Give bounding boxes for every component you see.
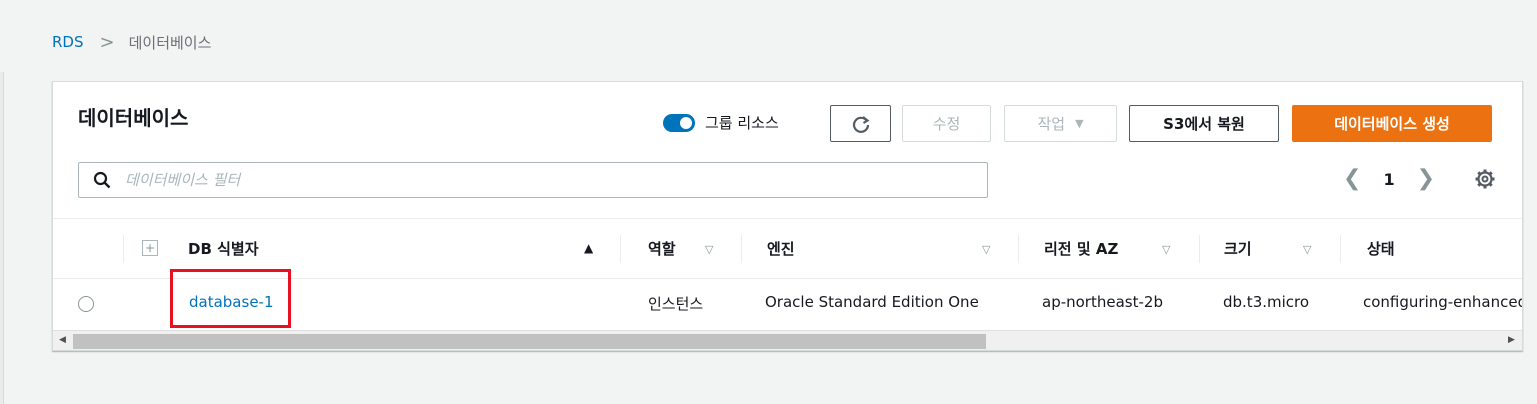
sort-icon[interactable]: ▽ [1303, 243, 1311, 256]
actions-label: 작업 [1037, 115, 1066, 133]
sort-icon[interactable]: ▽ [982, 243, 990, 256]
actions-dropdown[interactable]: 작업 ▼ [1004, 105, 1117, 142]
sort-ascending-icon[interactable]: ▲ [584, 241, 593, 255]
column-divider [741, 235, 742, 263]
sort-icon[interactable]: ▽ [705, 243, 713, 256]
toggle-switch[interactable] [663, 113, 695, 132]
db-identifier-link[interactable]: database-1 [189, 293, 274, 311]
scroll-right-icon[interactable]: ▶ [1508, 335, 1515, 345]
cell-engine: Oracle Standard Edition One [765, 293, 979, 311]
caret-down-icon: ▼ [1075, 117, 1084, 130]
expand-all-icon[interactable]: + [142, 240, 158, 256]
breadcrumb-separator-icon: > [99, 31, 115, 53]
column-header-region[interactable]: 리전 및 AZ [1044, 219, 1118, 278]
breadcrumb-rds-link[interactable]: RDS [52, 33, 84, 51]
column-header-status[interactable]: 상태 [1367, 219, 1395, 278]
toggle-label: 그룹 리소스 [705, 114, 779, 132]
databases-panel: 데이터베이스 그룹 리소스 수정 작업 ▼ S3에서 복원 데이터베이스 생성 … [52, 81, 1523, 351]
horizontal-scrollbar[interactable]: ◀ ▶ [53, 330, 1522, 350]
scroll-left-icon[interactable]: ◀ [59, 335, 66, 345]
cell-role: 인스턴스 [648, 295, 704, 313]
column-divider [1340, 235, 1341, 263]
column-divider [1018, 235, 1019, 263]
search-icon [93, 171, 111, 189]
column-divider [123, 235, 124, 263]
database-filter [78, 162, 988, 198]
column-header-engine[interactable]: 엔진 [767, 219, 795, 278]
column-header-role[interactable]: 역할 [648, 219, 676, 278]
column-header-size[interactable]: 크기 [1224, 219, 1252, 278]
edit-button[interactable]: 수정 [902, 105, 991, 142]
chevron-right-icon[interactable]: ❯ [1417, 168, 1435, 190]
scrollbar-thumb[interactable] [73, 334, 986, 349]
breadcrumb: RDS > 데이터베이스 [52, 30, 211, 54]
create-database-button[interactable]: 데이터베이스 생성 [1292, 105, 1492, 142]
cell-size: db.t3.micro [1223, 293, 1310, 311]
group-resources-toggle[interactable]: 그룹 리소스 [663, 112, 779, 133]
panel-title: 데이터베이스 [78, 106, 189, 130]
chevron-left-icon[interactable]: ❮ [1343, 168, 1361, 190]
page-number[interactable]: 1 [1383, 170, 1394, 189]
refresh-icon [852, 115, 869, 133]
sort-icon[interactable]: ▽ [1162, 243, 1170, 256]
breadcrumb-current: 데이터베이스 [128, 33, 212, 52]
gear-icon[interactable] [1474, 168, 1496, 190]
cell-region: ap-northeast-2b [1042, 293, 1163, 311]
left-edge-rule [0, 72, 4, 404]
pagination: ❮ 1 ❯ [1343, 168, 1435, 190]
cell-status-clip: configuring-enhanced-monitoring [1363, 280, 1522, 329]
search-input[interactable] [125, 171, 925, 189]
cell-status: configuring-enhanced-monitoring [1363, 293, 1522, 311]
refresh-button[interactable] [830, 105, 891, 142]
restore-from-s3-button[interactable]: S3에서 복원 [1129, 105, 1279, 142]
column-divider [1199, 235, 1200, 263]
row-select-radio[interactable] [78, 296, 94, 312]
table-row: database-1 인스턴스 Oracle Standard Edition … [53, 269, 1522, 329]
column-divider [620, 235, 621, 263]
